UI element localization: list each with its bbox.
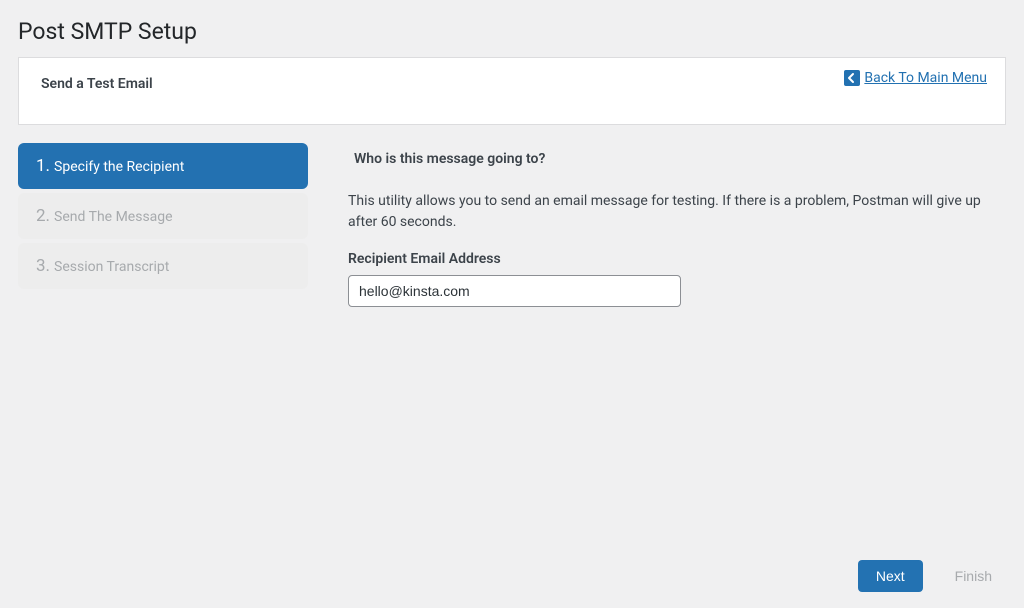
header-card-title: Send a Test Email: [41, 76, 983, 92]
description-text: This utility allows you to send an email…: [348, 191, 1006, 233]
main-content: Who is this message going to? This utili…: [348, 143, 1006, 307]
step-label: Send The Message: [54, 209, 173, 225]
finish-button: Finish: [941, 560, 1006, 592]
back-arrow-icon: [844, 70, 860, 86]
steps-sidebar: 1. Specify the Recipient 2. Send The Mes…: [18, 143, 308, 307]
step-send-message[interactable]: 2. Send The Message: [18, 193, 308, 239]
header-card: Send a Test Email Back To Main Menu: [18, 57, 1006, 125]
page-title: Post SMTP Setup: [0, 0, 1024, 57]
back-to-main-link[interactable]: Back To Main Menu: [844, 70, 987, 86]
footer-buttons: Next Finish: [858, 560, 1006, 592]
next-button[interactable]: Next: [858, 560, 923, 592]
step-label: Session Transcript: [54, 259, 169, 275]
step-label: Specify the Recipient: [54, 159, 184, 175]
step-number: 1.: [36, 156, 50, 176]
step-number: 3.: [36, 256, 50, 276]
question-heading: Who is this message going to?: [348, 151, 1006, 167]
recipient-email-label: Recipient Email Address: [348, 251, 1006, 267]
step-session-transcript[interactable]: 3. Session Transcript: [18, 243, 308, 289]
step-number: 2.: [36, 206, 50, 226]
content-area: 1. Specify the Recipient 2. Send The Mes…: [18, 143, 1006, 307]
recipient-email-input[interactable]: [348, 275, 681, 307]
back-link-text: Back To Main Menu: [864, 70, 987, 86]
step-specify-recipient[interactable]: 1. Specify the Recipient: [18, 143, 308, 189]
